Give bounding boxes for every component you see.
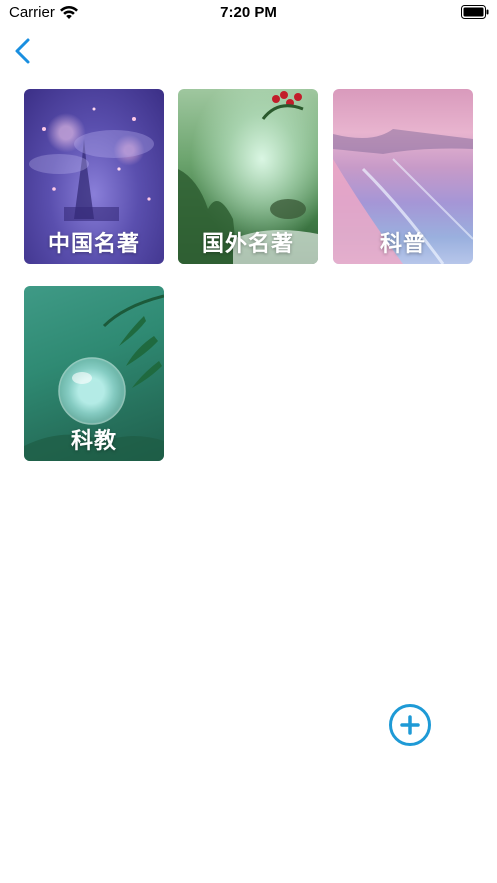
chevron-left-icon	[15, 38, 30, 64]
category-card-foreign-classics[interactable]: 国外名著	[178, 89, 318, 264]
card-label: 国外名著	[201, 232, 294, 257]
screen: Carrier 7:20 PM 中国名著 国外名著 科普 科教	[0, 0, 497, 883]
card-label: 科普	[379, 232, 426, 257]
category-card-science-education[interactable]: 科教	[24, 286, 164, 461]
status-time: 7:20 PM	[220, 4, 277, 21]
status-bar: Carrier 7:20 PM	[0, 0, 497, 26]
category-card-popular-science[interactable]: 科普	[333, 89, 473, 264]
card-label: 中国名著	[47, 232, 140, 257]
category-card-chinese-classics[interactable]: 中国名著	[24, 89, 164, 264]
battery-icon	[461, 5, 489, 19]
add-category-button[interactable]	[388, 703, 432, 747]
card-label: 科教	[70, 429, 117, 454]
plus-circle-icon	[389, 704, 431, 746]
back-button[interactable]	[10, 36, 38, 66]
